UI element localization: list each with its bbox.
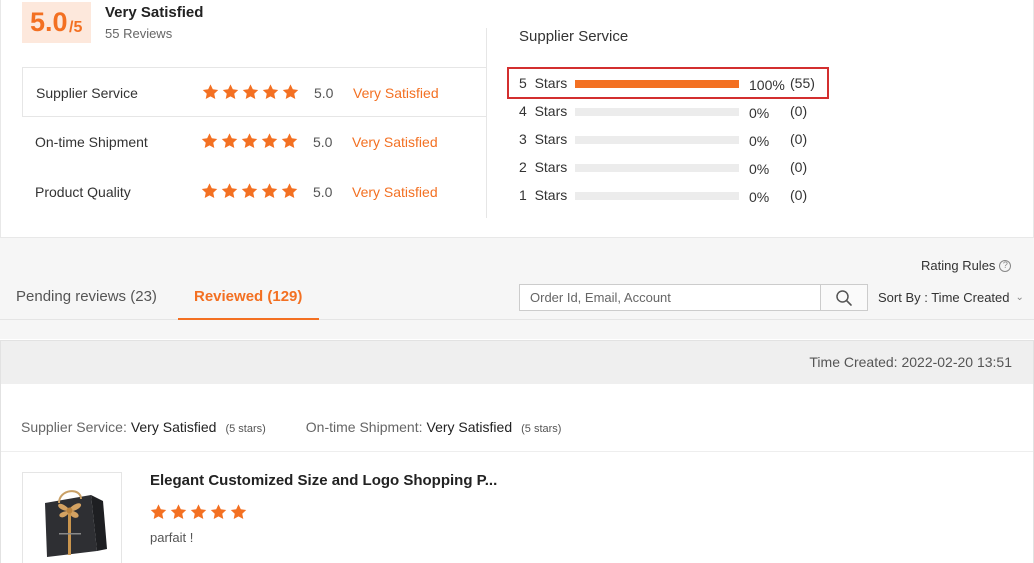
tabs-divider — [0, 319, 1034, 320]
dimension-score: 5.0 — [314, 85, 334, 101]
distribution-label: 3 Stars — [519, 131, 568, 147]
distribution-count: (0) — [790, 187, 808, 203]
distribution-percent: 0% — [749, 133, 770, 149]
star-icon — [201, 83, 220, 101]
star-icon — [261, 83, 280, 101]
shipment-value: Very Satisfied — [426, 419, 513, 435]
product-title-link[interactable]: Elegant Customized Size and Logo Shoppin… — [150, 472, 497, 489]
star-icon — [281, 83, 300, 101]
star-icon — [241, 83, 260, 101]
dimension-stars — [200, 132, 299, 150]
distribution-label: 4 Stars — [519, 103, 568, 119]
search-icon — [836, 289, 852, 306]
distribution-percent: 0% — [749, 161, 770, 177]
supplier-service-label: Supplier Service: — [21, 419, 127, 435]
dimension-score: 5.0 — [313, 184, 333, 200]
distribution-row: 2 Stars 0% (0) — [519, 159, 819, 177]
star-icon — [280, 182, 299, 200]
distribution-label: 5 Stars — [519, 75, 568, 91]
star-icon — [149, 503, 168, 521]
dimension-row-on-time-shipment[interactable]: On-time Shipment 5.0 Very Satisfied — [22, 117, 487, 167]
star-icon — [200, 182, 219, 200]
review-time-created: Time Created: 2022-02-20 13:51 — [809, 354, 1012, 370]
search-button[interactable] — [820, 284, 868, 311]
help-icon[interactable]: ? — [999, 259, 1012, 272]
product-image[interactable] — [22, 472, 122, 563]
distribution-row: 3 Stars 0% (0) — [519, 131, 819, 149]
supplier-service-value: Very Satisfied — [130, 419, 217, 435]
review-ratings-line: Supplier Service: Very Satisfied (5 star… — [21, 419, 561, 435]
star-icon — [240, 182, 259, 200]
distribution-bar-track — [575, 80, 739, 88]
shipment-stars-text: (5 stars) — [521, 423, 562, 435]
shipment-label: On-time Shipment: — [305, 419, 423, 435]
dimension-row-supplier-service[interactable]: Supplier Service 5.0 Very Satisfied — [22, 67, 487, 117]
review-count: 55 Reviews — [105, 26, 173, 41]
star-icon — [221, 83, 240, 101]
star-icon — [240, 132, 259, 150]
review-divider — [1, 451, 1033, 452]
distribution-percent: 100% — [749, 77, 785, 93]
star-icon — [220, 132, 239, 150]
active-tab-indicator — [178, 318, 319, 320]
overall-score-max: /5 — [69, 19, 83, 36]
distribution-bar-track — [575, 192, 739, 200]
dimension-score: 5.0 — [313, 134, 333, 150]
distribution-count: (0) — [790, 103, 808, 119]
overall-score-box: 5.0 /5 — [22, 2, 91, 43]
tab-reviewed[interactable]: Reviewed (129) — [194, 288, 302, 306]
sort-dropdown[interactable]: Sort By : Time Created ⌄ — [878, 290, 1024, 305]
dimension-stars — [201, 83, 300, 101]
review-comment: parfait ! — [150, 530, 194, 545]
distribution-bar-track — [575, 164, 739, 172]
rating-rules-link[interactable]: Rating Rules ? — [921, 258, 1012, 273]
star-icon — [189, 503, 208, 521]
star-icon — [280, 132, 299, 150]
rating-summary-panel: 5.0 /5 Very Satisfied 55 Reviews Supplie… — [0, 0, 1034, 238]
star-icon — [200, 132, 219, 150]
distribution-count: (0) — [790, 131, 808, 147]
dimension-name: Product Quality — [35, 184, 131, 200]
review-header: Time Created: 2022-02-20 13:51 — [1, 341, 1033, 384]
distribution-title: Supplier Service — [519, 28, 629, 45]
search-input[interactable] — [519, 284, 821, 311]
distribution-row: 4 Stars 0% (0) — [519, 103, 819, 121]
distribution-bar-fill — [575, 80, 739, 88]
star-icon — [209, 503, 228, 521]
chevron-down-icon: ⌄ — [1015, 292, 1024, 303]
star-icon — [260, 132, 279, 150]
distribution-count: (55) — [790, 75, 815, 91]
distribution-row: 1 Stars 0% (0) — [519, 187, 819, 205]
distribution-bar-track — [575, 136, 739, 144]
review-card: Time Created: 2022-02-20 13:51 Supplier … — [0, 340, 1034, 563]
dimension-row-product-quality[interactable]: Product Quality 5.0 Very Satisfied — [22, 167, 487, 217]
product-rating-stars — [149, 503, 248, 521]
shopping-bag-image — [23, 473, 121, 563]
dimension-name: Supplier Service — [36, 85, 138, 101]
overall-score: 5.0 — [30, 7, 68, 37]
distribution-label: 2 Stars — [519, 159, 568, 175]
star-icon — [229, 503, 248, 521]
overall-satisfaction-label: Very Satisfied — [105, 4, 204, 21]
distribution-count: (0) — [790, 159, 808, 175]
star-icon — [260, 182, 279, 200]
star-icon — [169, 503, 188, 521]
distribution-bar-track — [575, 108, 739, 116]
distribution-label: 1 Stars — [519, 187, 568, 203]
sort-label: Sort By : Time Created — [878, 290, 1010, 305]
dimension-name: On-time Shipment — [35, 134, 148, 150]
distribution-row: 5 Stars 100% (55) — [519, 75, 819, 93]
supplier-service-stars-text: (5 stars) — [225, 423, 266, 435]
panel-divider — [486, 28, 487, 218]
tab-pending-reviews[interactable]: Pending reviews (23) — [16, 288, 157, 306]
dimension-ratings: Supplier Service 5.0 Very Satisfied On-t… — [22, 67, 487, 217]
star-icon — [220, 182, 239, 200]
dimension-satisfaction: Very Satisfied — [353, 85, 439, 101]
distribution-percent: 0% — [749, 189, 770, 205]
distribution-percent: 0% — [749, 105, 770, 121]
dimension-satisfaction: Very Satisfied — [352, 134, 438, 150]
dimension-satisfaction: Very Satisfied — [352, 184, 438, 200]
rating-rules-label: Rating Rules — [921, 258, 996, 273]
dimension-stars — [200, 182, 299, 200]
